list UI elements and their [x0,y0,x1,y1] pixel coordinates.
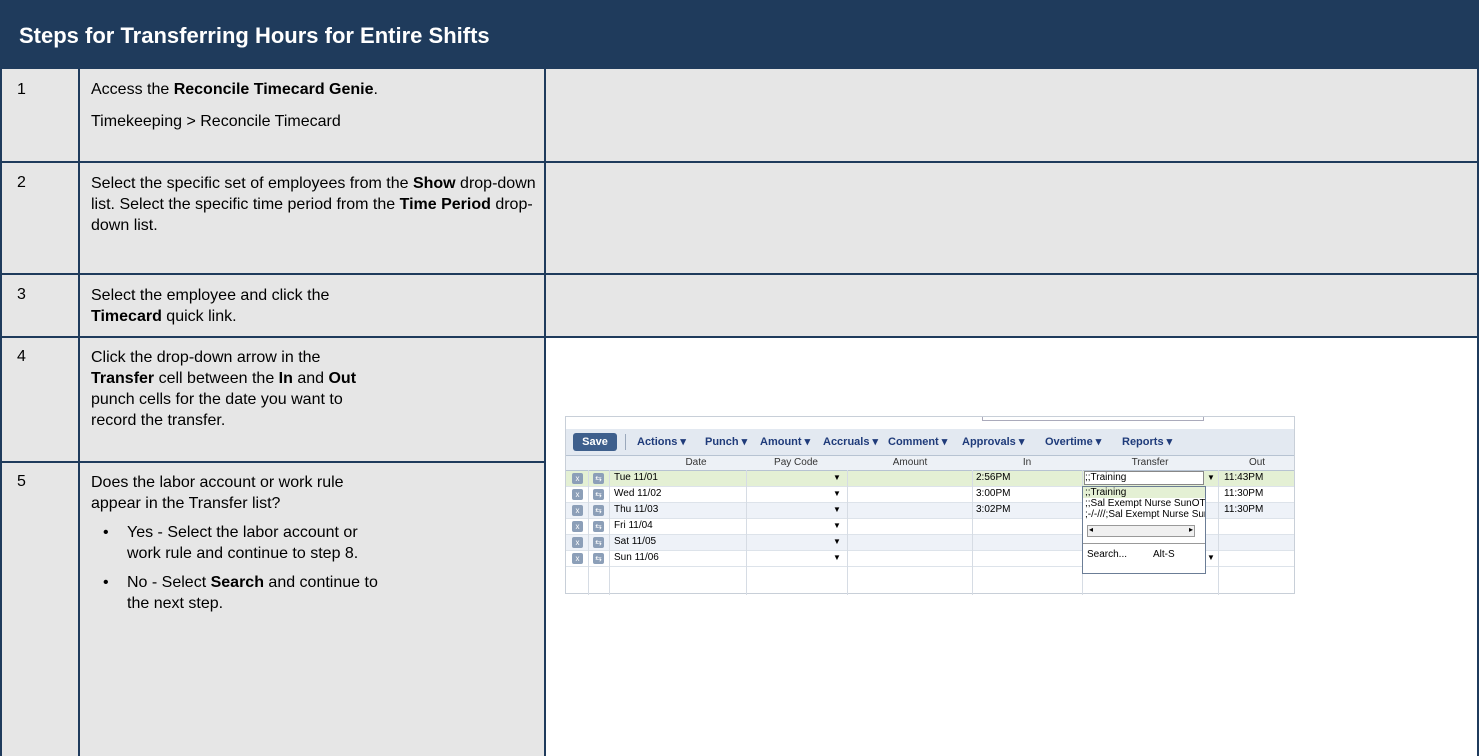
search-option[interactable]: Search... [1087,549,1127,560]
col-out: Out [1248,457,1266,468]
transfer-input[interactable]: ;;Training [1084,471,1204,485]
menu-path: Timekeeping > Reconcile Timecard [91,113,341,130]
timecard-screenshot: Save Actions ▾ Punch ▾ Amount ▾ Accruals… [565,416,1295,595]
transfer-icon[interactable]: ⇆ [593,473,604,484]
chevron-down-icon[interactable]: ▼ [1207,553,1215,562]
step-number: 1 [17,81,26,98]
delete-icon[interactable]: x [572,521,583,532]
dropdown-option[interactable]: ;;Sal Exempt Nurse SunOT I [1083,498,1205,509]
timecard-header: Date Pay Code Amount In Transfer Out [566,456,1294,471]
col-transfer: Transfer [1131,457,1169,468]
step-text: Does the labor account or work rule appe… [91,472,391,614]
step-text: Select the employee and click the Timeca… [91,287,330,325]
chevron-down-icon[interactable]: ▼ [1207,473,1215,482]
bullet-no: No - Select Search and continue to the n… [91,572,391,614]
table-row[interactable]: x ⇆ Tue 11/01 ▼ 2:56PM ;;Training ▼ 11:43… [566,471,1294,487]
transfer-icon[interactable]: ⇆ [593,489,604,500]
menu-approvals[interactable]: Approvals ▾ [962,435,1024,448]
delete-icon[interactable]: x [572,537,583,548]
timecard-toolbar: Save Actions ▾ Punch ▾ Amount ▾ Accruals… [566,429,1294,456]
step-number: 2 [17,174,26,191]
horizontal-scrollbar[interactable]: ◂ ▸ [1087,525,1195,537]
chevron-down-icon[interactable]: ▼ [833,553,841,562]
transfer-icon[interactable]: ⇆ [593,521,604,532]
transfer-icon[interactable]: ⇆ [593,553,604,564]
scroll-left-icon[interactable]: ◂ [1089,526,1093,535]
menu-accruals[interactable]: Accruals ▾ [823,435,878,448]
col-date: Date [685,457,707,468]
delete-icon[interactable]: x [572,489,583,500]
chevron-down-icon[interactable]: ▼ [833,537,841,546]
step-number: 4 [17,348,26,365]
dropdown-option[interactable]: ;-/-///;Sal Exempt Nurse Sur [1083,509,1205,520]
col-pay-code: Pay Code [774,457,818,468]
step-text: Select the specific set of employees fro… [91,175,536,234]
menu-actions[interactable]: Actions ▾ [637,435,686,448]
step-number: 3 [17,286,26,303]
menu-reports[interactable]: Reports ▾ [1122,435,1172,448]
search-shortcut: Alt-S [1153,549,1175,560]
menu-comment[interactable]: Comment ▾ [888,435,947,448]
delete-icon[interactable]: x [572,473,583,484]
transfer-icon[interactable]: ⇆ [593,537,604,548]
transfer-dropdown[interactable]: ;;Training ;;Sal Exempt Nurse SunOT I ;-… [1082,486,1206,574]
chevron-down-icon[interactable]: ▼ [833,473,841,482]
step-text: Access the Reconcile Timecard Genie. Tim… [91,79,551,132]
dropdown-option[interactable]: ;;Training [1083,487,1205,498]
chevron-down-icon[interactable]: ▼ [833,521,841,530]
step-number: 5 [17,473,26,490]
bullet-yes: Yes - Select the labor account or work r… [91,522,391,564]
col-in: In [1022,457,1032,468]
transfer-icon[interactable]: ⇆ [593,505,604,516]
save-button[interactable]: Save [573,433,617,451]
col-amount: Amount [892,457,928,468]
steps-table: Steps for Transferring Hours for Entire … [0,0,1481,756]
table-title: Steps for Transferring Hours for Entire … [2,2,1477,67]
scroll-right-icon[interactable]: ▸ [1189,526,1193,535]
chevron-down-icon[interactable]: ▼ [833,505,841,514]
menu-punch[interactable]: Punch ▾ [705,435,747,448]
delete-icon[interactable]: x [572,505,583,516]
menu-overtime[interactable]: Overtime ▾ [1045,435,1101,448]
step-text: Click the drop-down arrow in the Transfe… [91,349,357,429]
chevron-down-icon[interactable]: ▼ [833,489,841,498]
menu-amount[interactable]: Amount ▾ [760,435,810,448]
delete-icon[interactable]: x [572,553,583,564]
